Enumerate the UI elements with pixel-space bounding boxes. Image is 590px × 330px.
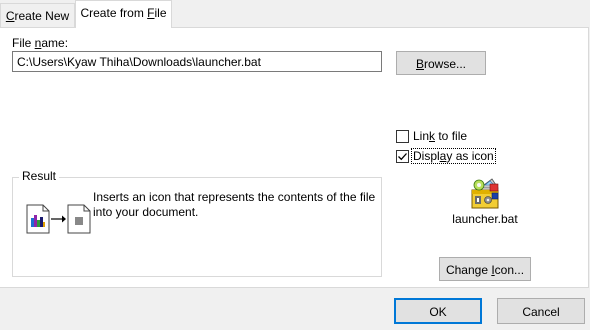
browse-button-label: rowse... [424, 57, 467, 71]
link-to-file-checkbox-box[interactable] [396, 129, 409, 143]
result-description: Inserts an icon that represents the cont… [93, 190, 376, 219]
document-with-icon-icon [26, 204, 50, 234]
file-name-label: File name: [12, 36, 68, 50]
display-as-icon-label: Display as icon [411, 148, 496, 164]
display-as-icon-checkbox[interactable]: Display as icon [396, 148, 496, 164]
link-to-file-checkbox[interactable]: Link to file [396, 128, 468, 144]
link-to-file-label: Link to file [412, 129, 468, 143]
change-icon-button-label-rest: con... [494, 263, 525, 277]
change-icon-button[interactable]: Change Icon... [439, 257, 531, 281]
tab-strip: Create New Create from File [0, 0, 590, 28]
tab-create-new-label: reate New [14, 9, 70, 23]
cancel-button[interactable]: Cancel [497, 298, 585, 324]
icon-caption: launcher.bat [452, 212, 518, 226]
arrow-right-icon [51, 215, 66, 223]
file-name-label-prefix: File [12, 36, 35, 50]
change-icon-button-label: Change [445, 263, 492, 277]
tab-create-from-file[interactable]: Create from File [75, 0, 172, 28]
tab-create-from-file-label-prefix: Create from [80, 6, 148, 20]
file-name-input[interactable]: C:\Users\Kyaw Thiha\Downloads\launcher.b… [12, 51, 382, 72]
browse-button-mnemonic: B [415, 57, 424, 71]
tab-create-from-file-label: ile [154, 6, 167, 20]
ok-button[interactable]: OK [394, 298, 482, 324]
batch-file-icon [471, 178, 499, 209]
tab-create-new[interactable]: Create New [0, 3, 75, 27]
display-as-icon-label-prefix: Displ [413, 149, 440, 163]
browse-button[interactable]: Browse... [396, 51, 486, 75]
checkmark-icon [398, 152, 407, 160]
display-as-icon-label-rest: y as icon [446, 149, 494, 163]
link-to-file-label-prefix: Lin [413, 129, 430, 143]
display-as-icon-checkbox-box[interactable] [396, 149, 409, 163]
tab-create-from-file-mnemonic: F [147, 6, 155, 20]
file-name-label-rest: ame: [41, 36, 69, 50]
document-icon [67, 204, 91, 234]
result-group-title: Result [19, 169, 60, 183]
link-to-file-label-rest: to file [435, 129, 468, 143]
